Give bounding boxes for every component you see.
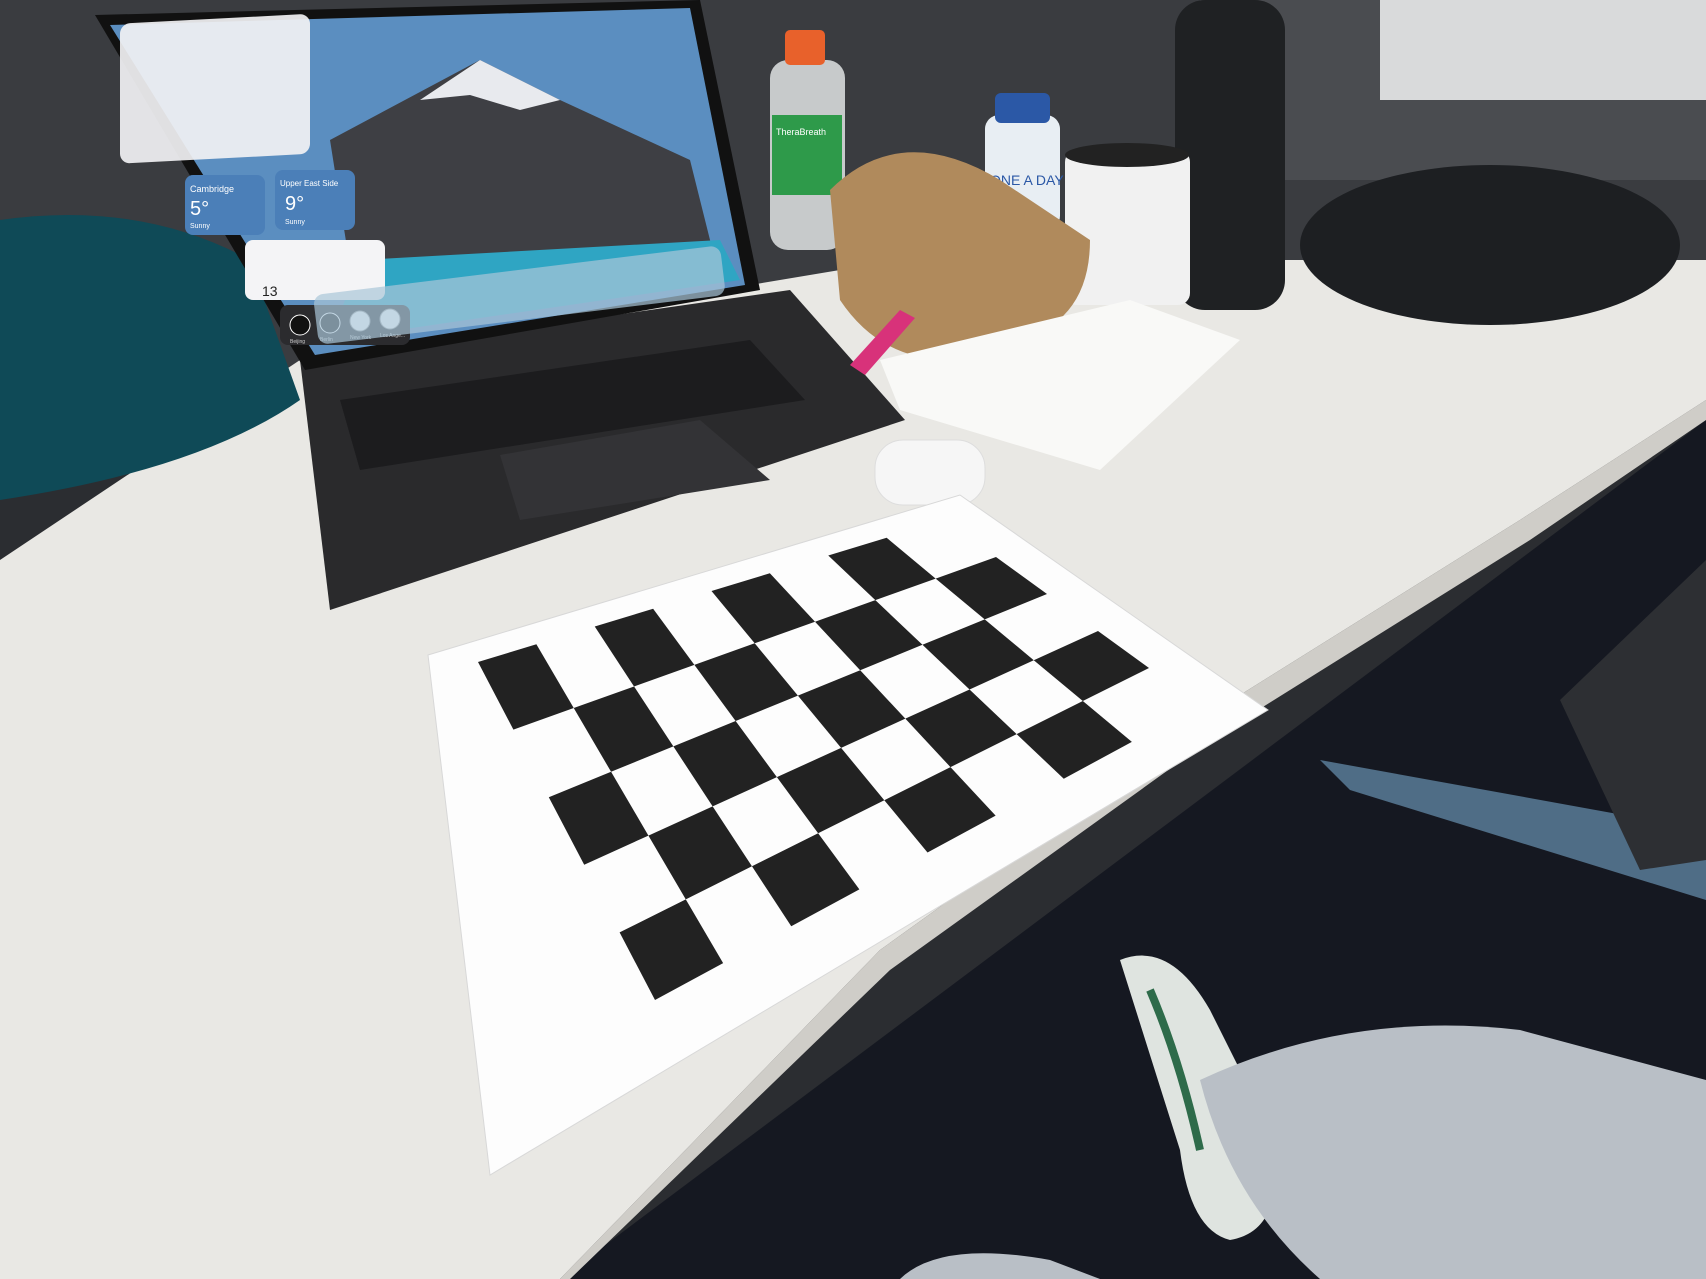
clock-city-1: Beijing	[290, 339, 305, 345]
headphone-case	[1300, 165, 1680, 325]
weather-right-cond: Sunny	[285, 219, 305, 226]
desk-scene: Cambridge 5° Sunny Upper East Side 9° Su…	[0, 0, 1706, 1279]
weather-right-temp: 9°	[285, 193, 304, 215]
weather-left-cond: Sunny	[190, 223, 210, 230]
water-bottle	[1175, 0, 1285, 310]
weather-left-city: Cambridge	[190, 184, 234, 194]
weather-right-city: Upper East Side	[280, 179, 339, 188]
mug-rim	[1065, 143, 1189, 167]
calendar-widget	[120, 14, 310, 164]
vitamins-cap	[995, 93, 1050, 123]
reminders-count: 13	[262, 283, 278, 299]
weather-left-temp: 5°	[190, 198, 209, 220]
mouthwash-cap	[785, 30, 825, 65]
clock-face	[289, 314, 311, 336]
mouthwash-brand: TheraBreath	[776, 127, 826, 137]
window-light	[1380, 0, 1706, 100]
airpods-case	[874, 439, 986, 506]
